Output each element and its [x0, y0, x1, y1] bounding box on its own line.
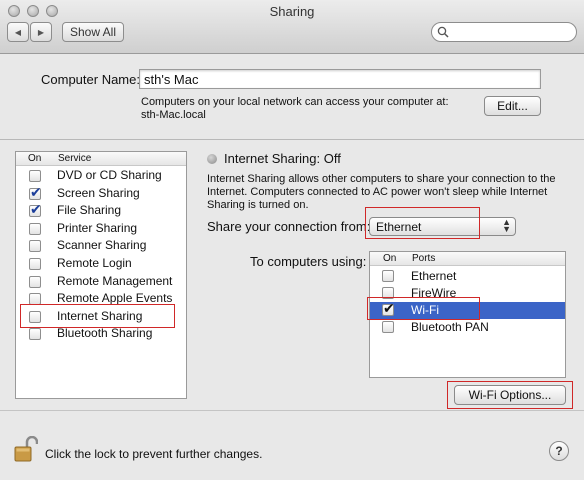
service-row[interactable]: Remote Management	[16, 273, 186, 290]
lock-icon[interactable]	[14, 436, 38, 462]
port-row[interactable]: Ethernet	[370, 268, 565, 285]
highlight-internet-sharing	[20, 304, 175, 328]
service-label: DVD or CD Sharing	[57, 168, 162, 182]
computer-address-description: Computers on your local network can acce…	[141, 96, 449, 108]
popup-arrows-icon: ▲ ▼	[502, 217, 511, 234]
service-label: File Sharing	[57, 203, 122, 218]
footer-divider	[0, 410, 584, 411]
port-label: Bluetooth PAN	[411, 320, 489, 334]
checkmark-icon: ✔	[30, 183, 42, 200]
sharing-status: Internet Sharing: Off	[224, 151, 341, 166]
highlight-ethernet-popup	[365, 207, 480, 239]
service-checkbox[interactable]	[29, 222, 41, 235]
title-bar: Sharing ◀ ▶ Show All	[0, 0, 584, 54]
service-checkbox[interactable]	[29, 240, 41, 253]
service-label: Bluetooth Sharing	[57, 326, 153, 341]
port-checkbox[interactable]	[382, 321, 394, 333]
service-checkbox[interactable]: ✔	[29, 184, 42, 200]
service-label: Screen Sharing	[57, 185, 140, 200]
service-checkbox[interactable]	[29, 170, 41, 182]
service-list-header: On Service	[16, 152, 186, 166]
ports-list-header: On Ports	[370, 252, 565, 266]
window-title: Sharing	[269, 4, 315, 19]
service-row[interactable]: ✔ File Sharing	[16, 201, 186, 219]
back-button[interactable]: ◀	[7, 22, 29, 42]
help-button[interactable]: ?	[549, 441, 569, 461]
service-label: Remote Management	[57, 273, 173, 288]
checkmark-icon: ✔	[30, 201, 42, 218]
service-checkbox[interactable]	[29, 275, 41, 288]
divider	[0, 139, 584, 140]
port-checkbox[interactable]	[382, 270, 394, 282]
service-checkbox[interactable]: ✔	[29, 201, 42, 218]
computer-local-hostname: sth-Mac.local	[141, 109, 206, 121]
to-computers-label: To computers using:	[250, 254, 367, 269]
search-input[interactable]	[431, 22, 577, 42]
service-row[interactable]: DVD or CD Sharing	[16, 167, 186, 184]
service-row[interactable]: Printer Sharing	[16, 220, 186, 237]
help-icon: ?	[555, 444, 563, 458]
forward-button[interactable]: ▶	[30, 22, 52, 42]
service-row[interactable]: Scanner Sharing	[16, 237, 186, 254]
show-all-button[interactable]: Show All	[62, 22, 124, 42]
edit-button[interactable]: Edit...	[484, 96, 541, 116]
computer-name-label: Computer Name:	[41, 72, 140, 87]
column-header-ports: Ports	[412, 253, 436, 264]
share-from-label: Share your connection from:	[207, 219, 371, 234]
highlight-wifi-port	[367, 297, 480, 320]
service-checkbox[interactable]	[29, 328, 41, 341]
service-row[interactable]: Remote Login	[16, 255, 186, 272]
forward-arrow-icon: ▶	[37, 27, 45, 37]
column-header-service: Service	[58, 153, 92, 164]
back-arrow-icon: ◀	[14, 27, 22, 37]
computer-name-field[interactable]: sth's Mac	[139, 69, 541, 89]
column-header-on: On	[383, 253, 397, 264]
lock-instructions: Click the lock to prevent further change…	[45, 447, 263, 461]
service-checkbox[interactable]	[29, 258, 41, 270]
service-label: Printer Sharing	[57, 220, 138, 235]
status-indicator-icon	[207, 154, 217, 164]
service-list[interactable]: On Service DVD or CD Sharing ✔ Screen Shar…	[15, 151, 187, 399]
column-header-on: On	[28, 153, 42, 164]
service-label: Remote Login	[57, 256, 132, 270]
service-row[interactable]: ✔ Screen Sharing	[16, 184, 186, 202]
service-label: Scanner Sharing	[57, 238, 147, 253]
port-row[interactable]: Bluetooth PAN	[370, 319, 565, 336]
highlight-wifi-options	[447, 381, 573, 409]
search-icon	[437, 26, 449, 38]
port-label: Ethernet	[411, 269, 457, 283]
